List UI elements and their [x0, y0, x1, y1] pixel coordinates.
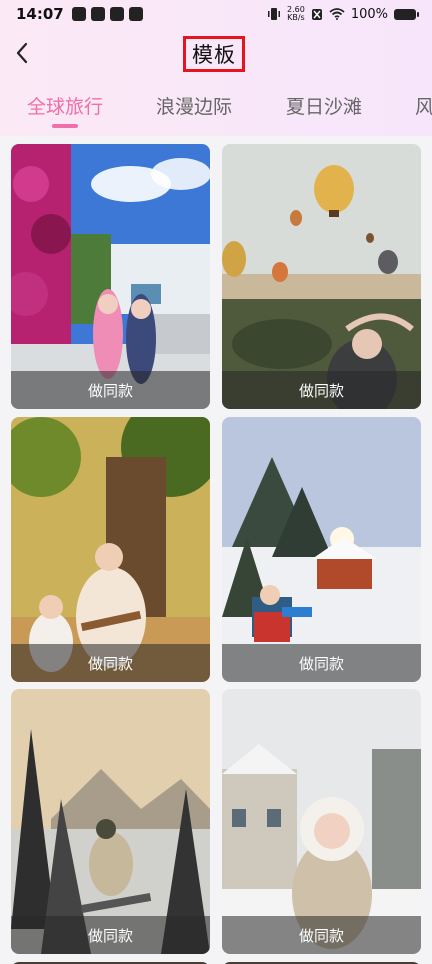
- template-image: [222, 144, 421, 409]
- make-same-button[interactable]: 做同款: [11, 644, 210, 682]
- notification-icons: [71, 7, 143, 21]
- template-card[interactable]: 做同款: [11, 144, 210, 409]
- status-bar: 14:07 2.60 KB/s 100%: [0, 0, 432, 28]
- template-card[interactable]: 做同款: [222, 417, 421, 682]
- status-right: 2.60 KB/s 100%: [267, 5, 419, 22]
- active-tab-indicator: [52, 124, 78, 128]
- page-title: 模板: [183, 36, 245, 72]
- app-notification-icon: [71, 7, 86, 21]
- app-notification-icon: [90, 7, 105, 21]
- template-card[interactable]: 做同款: [11, 689, 210, 954]
- make-same-button[interactable]: 做同款: [222, 644, 421, 682]
- template-card[interactable]: 做同款: [11, 417, 210, 682]
- back-arrow-icon[interactable]: [8, 38, 38, 68]
- wifi-icon: [329, 8, 345, 20]
- battery-icon: [394, 8, 419, 20]
- make-same-button[interactable]: 做同款: [11, 371, 210, 409]
- tab-summer-beach[interactable]: 夏日沙滩: [286, 92, 362, 119]
- tab-more[interactable]: 风: [415, 92, 432, 119]
- status-time: 14:07: [16, 5, 64, 23]
- template-image: [11, 689, 210, 954]
- tab-romantic[interactable]: 浪漫边际: [156, 92, 232, 119]
- template-card[interactable]: 做同款: [222, 144, 421, 409]
- make-same-button[interactable]: 做同款: [222, 371, 421, 409]
- template-image: [222, 417, 421, 682]
- template-image: [11, 144, 210, 409]
- vibrate-icon: [268, 8, 281, 20]
- category-tabs: 全球旅行 浪漫边际 夏日沙滩 风: [0, 80, 432, 136]
- template-grid: 做同款 做同款 做同款 做同款 做同款 做同款: [0, 136, 432, 964]
- make-same-button[interactable]: 做同款: [11, 916, 210, 954]
- header: 模板: [0, 28, 432, 80]
- sim-off-icon: [311, 8, 322, 20]
- template-image: [222, 689, 421, 954]
- template-card[interactable]: 做同款: [222, 689, 421, 954]
- tab-global-travel[interactable]: 全球旅行: [27, 92, 103, 119]
- net-speed: 2.60 KB/s: [287, 5, 305, 22]
- app-notification-icon: [109, 7, 124, 21]
- tiktok-icon: [128, 7, 143, 21]
- battery-percent: 100%: [350, 6, 388, 22]
- template-image: [11, 417, 210, 682]
- make-same-button[interactable]: 做同款: [222, 916, 421, 954]
